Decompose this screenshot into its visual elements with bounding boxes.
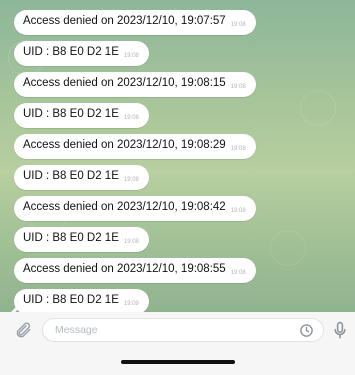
message-bubble[interactable]: UID : B8 E0 D2 1E 19:08 xyxy=(14,227,149,252)
message-text: Access denied on 2023/12/10, 19:08:42 xyxy=(23,201,226,213)
message-time: 19:08 xyxy=(123,239,139,245)
message-text: Access denied on 2023/12/10, 19:08:55 xyxy=(23,263,226,275)
microphone-icon[interactable] xyxy=(333,321,347,340)
home-indicator xyxy=(121,360,235,364)
chat-background: Access denied on 2023/12/10, 19:07:57 19:… xyxy=(0,0,355,312)
message-text: Access denied on 2023/12/10, 19:07:57 xyxy=(23,15,226,27)
message-bubble[interactable]: UID : B8 E0 D2 1E 19:08 xyxy=(14,103,149,128)
message-time: 19:08 xyxy=(123,53,139,59)
message-list[interactable]: Access denied on 2023/12/10, 19:07:57 19:… xyxy=(14,10,344,312)
message-time: 19:08 xyxy=(230,208,246,214)
message-bubble[interactable]: Access denied on 2023/12/10, 19:08:42 19:… xyxy=(14,196,256,221)
message-time: 19:08 xyxy=(230,270,246,276)
message-bubble[interactable]: Access denied on 2023/12/10, 19:08:29 19:… xyxy=(14,134,256,159)
message-input[interactable]: Message xyxy=(42,318,324,342)
message-bubble[interactable]: UID : B8 E0 D2 1E 19:08 xyxy=(14,165,149,190)
message-text: Access denied on 2023/12/10, 19:08:29 xyxy=(23,139,226,151)
message-bubble[interactable]: UID : B8 E0 D2 1E 19:09 xyxy=(14,289,149,312)
message-bubble[interactable]: Access denied on 2023/12/10, 19:07:57 19:… xyxy=(14,10,256,35)
message-input-bar: Message xyxy=(0,312,355,375)
message-text: UID : B8 E0 D2 1E xyxy=(23,108,119,120)
message-text: UID : B8 E0 D2 1E xyxy=(23,294,119,306)
message-bubble[interactable]: Access denied on 2023/12/10, 19:08:55 19:… xyxy=(14,258,256,283)
message-time: 19:08 xyxy=(230,22,246,28)
paperclip-icon[interactable] xyxy=(14,321,32,339)
message-bubble[interactable]: UID : B8 E0 D2 1E 19:08 xyxy=(14,41,149,66)
message-text: Access denied on 2023/12/10, 19:08:15 xyxy=(23,77,226,89)
message-time: 19:08 xyxy=(123,115,139,121)
message-text: UID : B8 E0 D2 1E xyxy=(23,170,119,182)
message-bubble[interactable]: Access denied on 2023/12/10, 19:08:15 19:… xyxy=(14,72,256,97)
message-time: 19:08 xyxy=(230,146,246,152)
message-time: 19:08 xyxy=(230,84,246,90)
message-time: 19:08 xyxy=(123,177,139,183)
sticker-icon[interactable] xyxy=(299,323,314,338)
message-text: UID : B8 E0 D2 1E xyxy=(23,232,119,244)
message-text: UID : B8 E0 D2 1E xyxy=(23,46,119,58)
message-time: 19:09 xyxy=(123,301,139,307)
